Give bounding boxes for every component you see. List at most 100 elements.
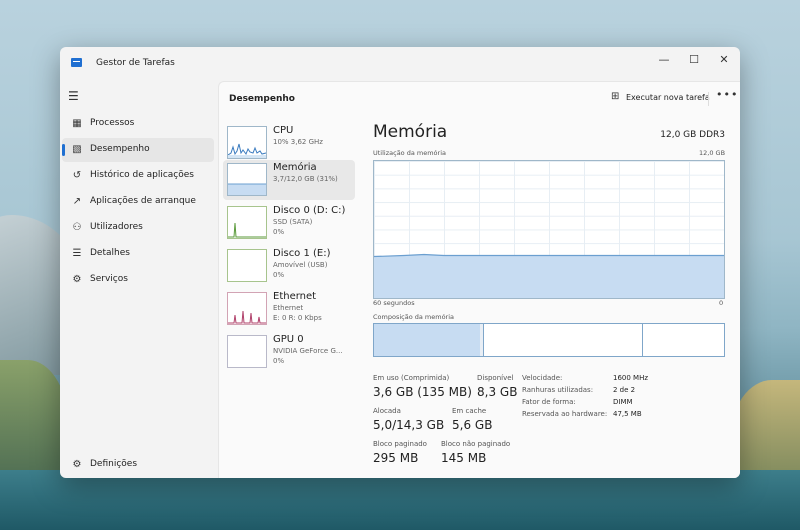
services-icon: ⚙: [72, 274, 82, 285]
task-manager-icon: [71, 58, 82, 67]
desktop-shore-right: [730, 380, 800, 480]
resource-name: Memória: [273, 162, 317, 173]
resource-item-gpu0[interactable]: GPU 0 NVIDIA GeForce G... 0%: [223, 332, 355, 372]
resource-detail: Ethernet: [273, 304, 304, 312]
stat-label-available: Disponível: [477, 374, 514, 382]
sidebar-item-label: Definições: [90, 459, 138, 469]
prop-label-hw-reserved: Reservada ao hardware:: [522, 410, 608, 418]
stat-label-in-use: Em uso (Comprimida): [373, 374, 450, 382]
prop-value-form-factor: DIMM: [613, 398, 633, 406]
more-options-button[interactable]: •••: [716, 88, 738, 101]
resource-usage: 0%: [273, 271, 285, 279]
detail-title: Memória: [373, 122, 448, 142]
resource-usage: E: 0 R: 0 Kbps: [273, 314, 322, 322]
prop-label-slots: Ranhuras utilizadas:: [522, 386, 594, 394]
users-icon: ⚇: [72, 222, 82, 233]
stat-value-nonpaged-pool: 145 MB: [441, 451, 487, 465]
settings-gear-icon: ⚙: [72, 459, 82, 470]
sidebar: ☰ ▦ Processos ▧ Desempenho ↺ Histórico d…: [60, 81, 218, 478]
new-task-icon: ⊞: [611, 91, 620, 102]
prop-value-speed: 1600 MHz: [613, 374, 649, 382]
header-divider: [708, 92, 709, 106]
resource-item-cpu[interactable]: CPU 10% 3,62 GHz: [223, 123, 355, 163]
memory-composition-bar: [373, 323, 725, 357]
sidebar-item-label: Serviços: [90, 274, 128, 284]
memory-usage-plot: [374, 253, 724, 298]
memory-usage-graph: [373, 160, 725, 299]
stat-value-committed: 5,0/14,3 GB: [373, 418, 445, 432]
resource-item-disco0[interactable]: Disco 0 (D: C:) SSD (SATA) 0%: [223, 203, 355, 243]
window-title: Gestor de Tarefas: [96, 58, 175, 68]
sidebar-item-label: Processos: [90, 118, 135, 128]
startup-icon: ↗: [72, 196, 82, 207]
memory-mini-graph: [227, 163, 267, 196]
sidebar-item-desempenho[interactable]: ▧ Desempenho: [62, 138, 214, 162]
cpu-mini-graph: [227, 126, 267, 159]
time-end-label: 0: [719, 299, 724, 307]
sidebar-item-utilizadores[interactable]: ⚇ Utilizadores: [62, 216, 214, 240]
run-new-task-label: Executar nova tarefa: [626, 93, 710, 102]
hamburger-menu-icon[interactable]: ☰: [68, 89, 79, 103]
memory-usage-area: [374, 254, 724, 298]
stat-value-cached: 5,6 GB: [452, 418, 493, 432]
sidebar-item-label: Utilizadores: [90, 222, 143, 232]
sidebar-item-detalhes[interactable]: ☰ Detalhes: [62, 242, 214, 266]
resource-name: Disco 1 (E:): [273, 248, 331, 259]
task-manager-window: Gestor de Tarefas — ☐ ✕ ☰ ▦ Processos ▧ …: [60, 47, 740, 478]
details-icon: ☰: [72, 248, 82, 259]
stat-value-available: 8,3 GB: [477, 385, 518, 399]
time-window-label: 60 segundos: [373, 299, 415, 307]
stat-label-committed: Alocada: [373, 407, 401, 415]
page-title: Desempenho: [229, 94, 295, 104]
minimize-button[interactable]: —: [650, 50, 678, 70]
performance-icon: ▧: [72, 144, 82, 155]
maximize-button[interactable]: ☐: [680, 50, 708, 70]
sidebar-item-label: Detalhes: [90, 248, 130, 258]
resource-usage: 0%: [273, 357, 285, 365]
disk1-mini-graph: [227, 249, 267, 282]
desktop-water: [0, 470, 800, 530]
titlebar: Gestor de Tarefas — ☐ ✕: [60, 47, 740, 81]
processes-icon: ▦: [72, 118, 82, 129]
stat-label-paged-pool: Bloco paginado: [373, 440, 427, 448]
stat-label-cached: Em cache: [452, 407, 487, 415]
close-button[interactable]: ✕: [710, 50, 738, 70]
stat-label-nonpaged-pool: Bloco não paginado: [441, 440, 511, 448]
ethernet-mini-graph: [227, 292, 267, 325]
resource-item-disco1[interactable]: Disco 1 (E:) Amovível (USB) 0%: [223, 246, 355, 286]
memory-usage-label: Utilização da memória: [373, 149, 446, 157]
resource-detail: NVIDIA GeForce G...: [273, 347, 343, 355]
resource-item-memoria[interactable]: Memória 3,7/12,0 GB (31%): [223, 160, 355, 200]
memory-spec: 12,0 GB DDR3: [660, 130, 725, 140]
sidebar-item-definicoes[interactable]: ⚙ Definições: [62, 453, 214, 477]
stat-value-paged-pool: 295 MB: [373, 451, 419, 465]
resource-detail: SSD (SATA): [273, 218, 313, 226]
active-indicator: [62, 144, 65, 156]
prop-value-hw-reserved: 47,5 MB: [613, 410, 642, 418]
resource-usage: 0%: [273, 228, 285, 236]
disk0-mini-graph: [227, 206, 267, 239]
sidebar-item-historico[interactable]: ↺ Histórico de aplicações: [62, 164, 214, 188]
gpu-mini-graph: [227, 335, 267, 368]
resource-name: GPU 0: [273, 334, 304, 345]
sidebar-item-arranque[interactable]: ↗ Aplicações de arranque: [62, 190, 214, 214]
memory-composition-label: Composição da memória: [373, 313, 455, 321]
sidebar-item-processos[interactable]: ▦ Processos: [62, 112, 214, 136]
sidebar-item-servicos[interactable]: ⚙ Serviços: [62, 268, 214, 292]
resource-detail: 10% 3,62 GHz: [273, 138, 323, 146]
prop-value-slots: 2 de 2: [613, 386, 636, 394]
resource-detail: Amovível (USB): [273, 261, 328, 269]
stat-value-in-use: 3,6 GB (135 MB): [373, 385, 472, 399]
prop-label-speed: Velocidade:: [522, 374, 563, 382]
resource-detail: 3,7/12,0 GB (31%): [273, 175, 338, 183]
history-icon: ↺: [72, 170, 82, 181]
memory-usage-max: 12,0 GB: [699, 149, 726, 157]
prop-label-form-factor: Fator de forma:: [522, 398, 576, 406]
resource-name: Ethernet: [273, 291, 317, 302]
resource-name: Disco 0 (D: C:): [273, 205, 346, 216]
composition-standby: [484, 324, 643, 356]
composition-in-use: [374, 324, 481, 356]
content-pane: Desempenho ⊞ Executar nova tarefa ••• CP…: [218, 81, 740, 478]
resource-item-ethernet[interactable]: Ethernet Ethernet E: 0 R: 0 Kbps: [223, 289, 355, 329]
sidebar-item-label: Desempenho: [90, 144, 150, 154]
